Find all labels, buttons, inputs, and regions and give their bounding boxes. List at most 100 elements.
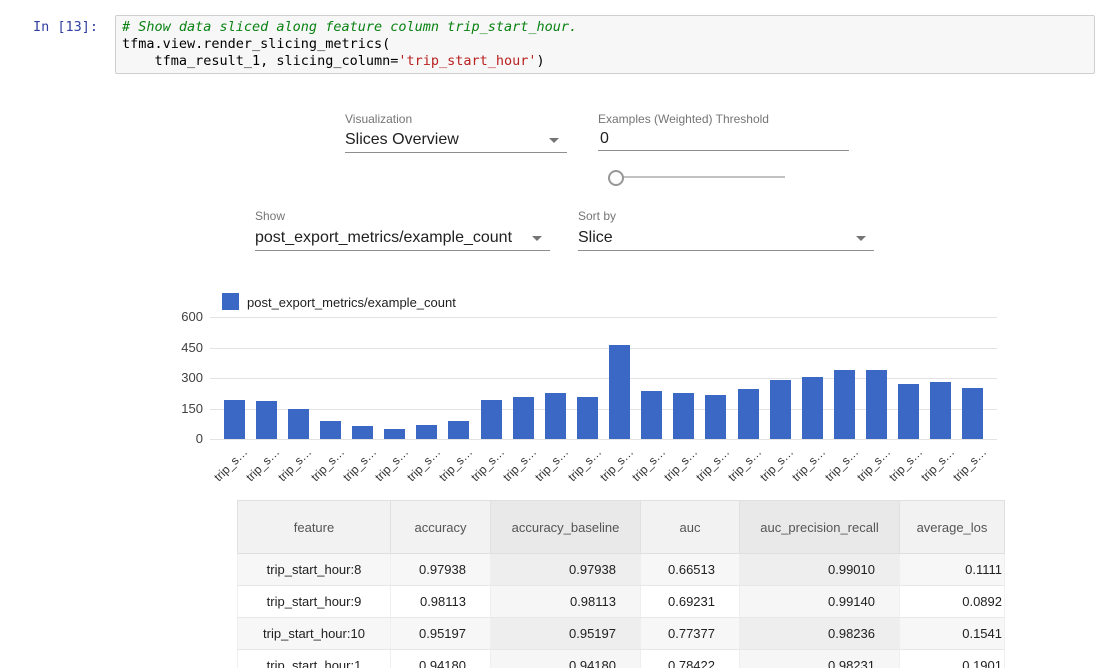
x-tick-label: trip_s… [822,445,861,484]
visualization-value: Slices Overview [345,130,567,150]
threshold-input[interactable] [598,129,849,151]
x-axis-labels: trip_s…trip_s…trip_s…trip_s…trip_s…trip_… [210,442,997,472]
metric-cell: 0.78422 [641,650,740,668]
show-label: Show [255,209,285,223]
y-tick-label: 0 [155,431,203,446]
y-tick-label: 150 [155,401,203,416]
table-row[interactable]: trip_start_hour:90.981130.981130.692310.… [238,586,1005,618]
bar[interactable] [738,389,759,439]
column-header[interactable]: auc_precision_recall [740,501,900,554]
threshold-label: Examples (Weighted) Threshold [598,112,769,126]
gridline [210,439,997,440]
metric-cell: 0.95197 [391,618,491,650]
bar[interactable] [802,377,823,439]
bar-series [210,317,997,439]
column-header[interactable]: accuracy_baseline [491,501,641,554]
x-tick-label: trip_s… [918,445,957,484]
x-tick-label: trip_s… [790,445,829,484]
threshold-slider-handle[interactable] [608,170,624,186]
bar[interactable] [930,382,951,439]
bar[interactable] [834,370,855,439]
metric-cell: 0.1901 [900,650,1005,668]
metric-cell: 0.77377 [641,618,740,650]
cell-prompt: In [13]: [33,19,98,35]
code-comment: # Show data sliced along feature column … [122,19,577,35]
column-header[interactable]: auc [641,501,740,554]
legend-label: post_export_metrics/example_count [247,295,456,310]
column-header[interactable]: average_los [900,501,1005,554]
threshold-slider-track[interactable] [613,176,785,178]
x-tick-label: trip_s… [404,445,443,484]
metric-cell: 0.1541 [900,618,1005,650]
bar[interactable] [898,384,919,439]
x-tick-label: trip_s… [211,445,250,484]
metric-cell: 0.1111 [900,554,1005,586]
bar[interactable] [352,426,373,439]
feature-cell: trip_start_hour:10 [238,618,391,650]
legend-swatch [222,293,239,310]
metric-cell: 0.98113 [491,586,641,618]
bar[interactable] [448,421,469,439]
metric-cell: 0.94180 [391,650,491,668]
bar[interactable] [705,395,726,439]
code-line-3-prefix: tfma_result_1, slicing_column= [122,53,398,69]
x-tick-label: trip_s… [661,445,700,484]
column-header[interactable]: feature [238,501,391,554]
sort-by-label: Sort by [578,209,616,223]
bar[interactable] [641,391,662,439]
x-tick-label: trip_s… [597,445,636,484]
feature-cell: trip_start_hour:8 [238,554,391,586]
bar[interactable] [384,429,405,439]
y-tick-label: 450 [155,340,203,355]
x-tick-label: trip_s… [757,445,796,484]
bar[interactable] [513,397,534,439]
bar[interactable] [673,393,694,439]
table-header: featureaccuracyaccuracy_baselineaucauc_p… [238,501,1005,554]
code-cell[interactable]: # Show data sliced along feature column … [115,15,1095,74]
bar[interactable] [224,400,245,439]
x-tick-label: trip_s… [565,445,604,484]
metric-cell: 0.99140 [740,586,900,618]
visualization-dropdown[interactable]: Slices Overview [345,130,567,153]
chevron-down-icon [856,236,866,241]
y-tick-label: 600 [155,309,203,324]
metric-cell: 0.97938 [491,554,641,586]
table-row[interactable]: trip_start_hour:80.979380.979380.665130.… [238,554,1005,586]
x-tick-label: trip_s… [340,445,379,484]
bar[interactable] [545,393,566,439]
metric-cell: 0.97938 [391,554,491,586]
x-tick-label: trip_s… [276,445,315,484]
metrics-table: featureaccuracyaccuracy_baselineaucauc_p… [237,500,1005,668]
sort-by-dropdown[interactable]: Slice [578,228,874,251]
visualization-label: Visualization [345,112,412,126]
bar[interactable] [866,370,887,439]
bar[interactable] [770,380,791,439]
bar[interactable] [256,401,277,439]
bar[interactable] [320,421,341,439]
bar[interactable] [609,345,630,439]
bar[interactable] [481,400,502,439]
bar[interactable] [962,388,983,439]
chevron-down-icon [532,236,542,241]
y-tick-label: 300 [155,370,203,385]
bar[interactable] [416,425,437,439]
sort-by-value: Slice [578,228,874,248]
column-header[interactable]: accuracy [391,501,491,554]
table-row[interactable]: trip_start_hour:100.951970.951970.773770… [238,618,1005,650]
metric-cell: 0.98236 [740,618,900,650]
x-tick-label: trip_s… [693,445,732,484]
code-line-3: tfma_result_1, slicing_column='trip_star… [122,53,1088,70]
bar[interactable] [577,397,598,439]
table-body: trip_start_hour:80.979380.979380.665130.… [238,554,1005,668]
x-tick-label: trip_s… [436,445,475,484]
metric-cell: 0.98113 [391,586,491,618]
x-tick-label: trip_s… [500,445,539,484]
feature-cell: trip_start_hour:1 [238,650,391,668]
bar[interactable] [288,409,309,439]
show-metric-dropdown[interactable]: post_export_metrics/example_count [255,228,550,251]
x-tick-label: trip_s… [468,445,507,484]
x-tick-label: trip_s… [308,445,347,484]
feature-cell: trip_start_hour:9 [238,586,391,618]
table-row[interactable]: trip_start_hour:10.941800.941800.784220.… [238,650,1005,668]
page: In [13]: # Show data sliced along featur… [0,0,1111,668]
